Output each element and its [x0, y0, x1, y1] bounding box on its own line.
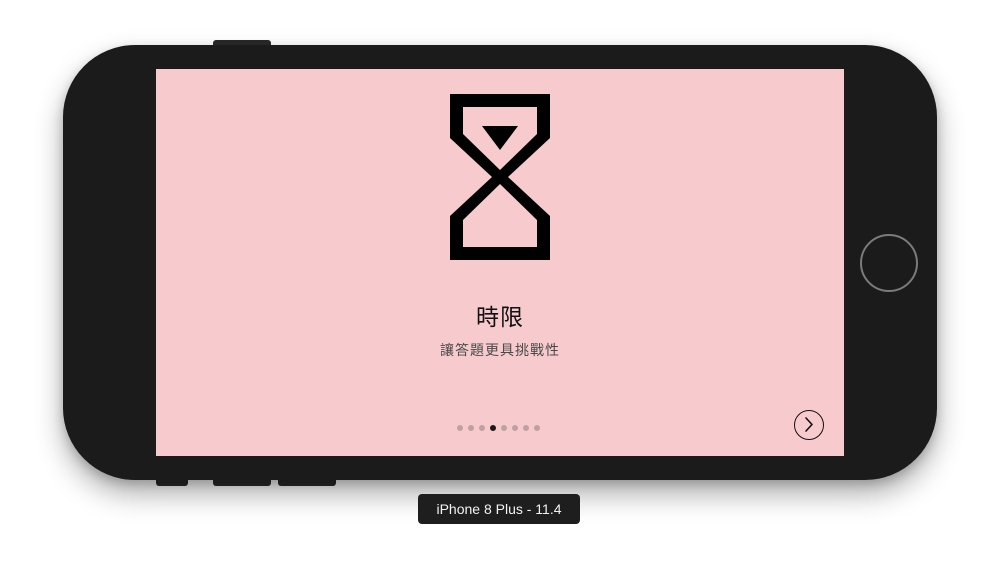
home-button[interactable]	[860, 234, 918, 292]
page-subtitle: 讓答題更具挑戰性	[440, 343, 560, 359]
next-button[interactable]	[794, 410, 824, 440]
device-volume-up-button	[213, 479, 271, 486]
page-dot-5[interactable]	[501, 425, 507, 431]
page-indicator[interactable]	[457, 425, 540, 431]
page-dot-2[interactable]	[468, 425, 474, 431]
page-dot-1[interactable]	[457, 425, 463, 431]
chevron-right-icon	[805, 417, 813, 432]
page-dot-4[interactable]	[490, 425, 496, 431]
simulator-device-label: iPhone 8 Plus - 11.4	[418, 494, 580, 524]
page-dot-7[interactable]	[523, 425, 529, 431]
device-volume-down-button	[278, 479, 336, 486]
app-screen: 時限 讓答題更具挑戰性	[156, 69, 844, 456]
page-dot-3[interactable]	[479, 425, 485, 431]
hourglass-icon	[450, 94, 550, 260]
page-dot-6[interactable]	[512, 425, 518, 431]
page-title: 時限	[476, 305, 524, 331]
page-dot-8[interactable]	[534, 425, 540, 431]
device-side-button-1	[156, 479, 188, 486]
